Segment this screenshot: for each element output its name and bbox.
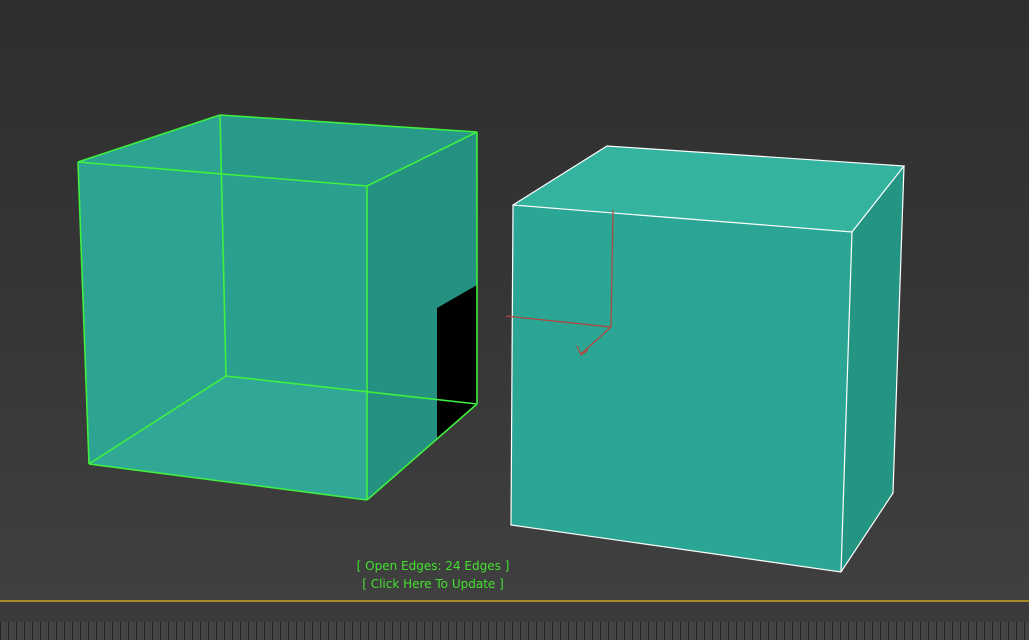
second-box[interactable]	[510, 145, 906, 573]
open-edge-hole	[437, 285, 477, 438]
timeline-ruler[interactable]	[0, 622, 1029, 640]
update-status-link[interactable]: [ Click Here To Update ]	[320, 576, 546, 592]
perspective-viewport[interactable]: [ Open Edges: 24 Edges ] [ Click Here To…	[0, 0, 1029, 600]
open-edges-status: [ Open Edges: 24 Edges ]	[356, 559, 510, 573]
selected-box[interactable]	[77, 114, 478, 501]
time-slider[interactable]	[0, 602, 1029, 640]
viewport-canvas[interactable]	[0, 0, 1029, 600]
